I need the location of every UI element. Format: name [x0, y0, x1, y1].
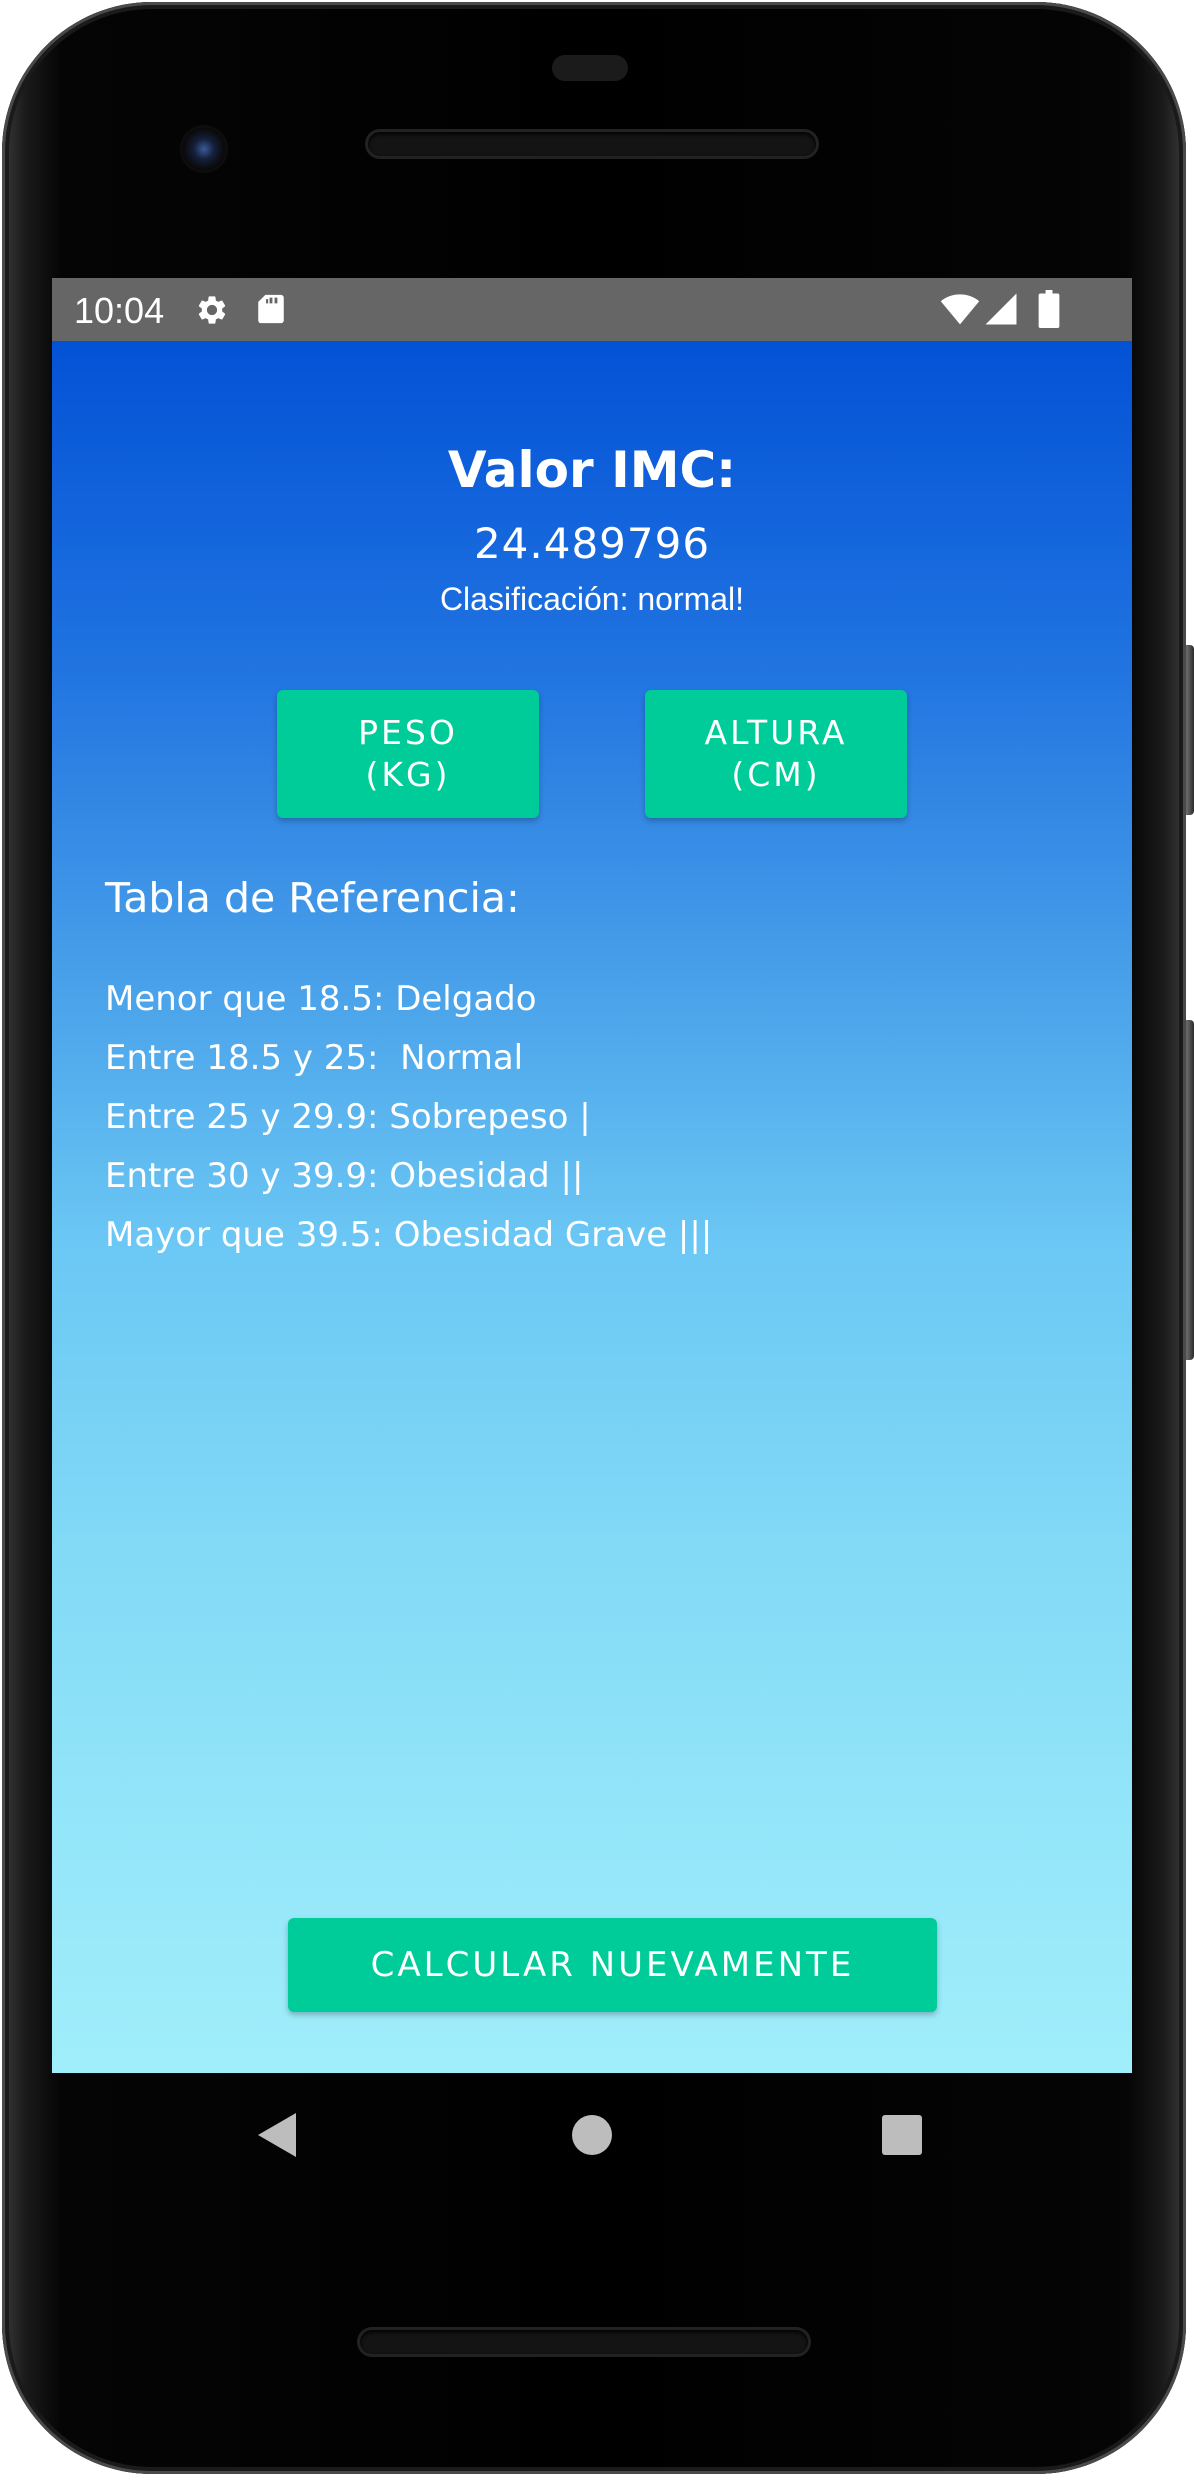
sensor-slot: [552, 55, 628, 81]
screen: 10:04 Valor IMC: 24.489796 Clasificación…: [52, 278, 1132, 2073]
back-icon[interactable]: [254, 2110, 300, 2160]
reference-row: Entre 25 y 29.9: Sobrepeso |: [105, 1097, 591, 1137]
earpiece-speaker: [368, 132, 816, 156]
sd-card-icon: [258, 294, 284, 324]
reference-table-title: Tabla de Referencia:: [105, 874, 520, 922]
calcular-nuevamente-label: CALCULAR NUEVAMENTE: [370, 1945, 855, 1985]
altura-button-label: ALTURA: [704, 713, 848, 752]
battery-icon: [1038, 290, 1060, 328]
imc-value: 24.489796: [473, 519, 711, 568]
altura-button[interactable]: ALTURA (CM): [645, 690, 907, 818]
app-content: Valor IMC: 24.489796 Clasificación: norm…: [52, 341, 1132, 2073]
peso-button-label: PESO: [358, 713, 458, 752]
calcular-nuevamente-button[interactable]: CALCULAR NUEVAMENTE: [288, 1918, 937, 2012]
imc-title: Valor IMC:: [447, 441, 737, 499]
wifi-icon: [940, 294, 980, 325]
reference-row: Mayor que 39.5: Obesidad Grave |||: [105, 1215, 713, 1255]
reference-row: Entre 18.5 y 25: Normal: [105, 1038, 524, 1078]
gear-icon: [198, 296, 226, 324]
classification-text: Clasificación: normal!: [439, 581, 745, 617]
recents-icon[interactable]: [882, 2115, 922, 2155]
reference-row: Menor que 18.5: Delgado: [105, 979, 537, 1019]
signal-icon: [985, 293, 1017, 325]
phone-device: 10:04 Valor IMC: 24.489796 Clasificación…: [0, 0, 1194, 2480]
peso-button-unit: (KG): [365, 755, 451, 794]
reference-list: Menor que 18.5: Delgado Entre 18.5 y 25:…: [105, 979, 712, 1274]
bottom-speaker: [360, 2330, 808, 2354]
peso-button[interactable]: PESO (KG): [277, 690, 539, 818]
home-icon[interactable]: [571, 2114, 613, 2156]
altura-button-unit: (CM): [731, 755, 821, 794]
status-time: 10:04: [74, 290, 165, 331]
front-camera-icon: [180, 125, 228, 173]
status-bar: 10:04: [52, 278, 1132, 341]
reference-row: Entre 30 y 39.9: Obesidad ||: [105, 1156, 584, 1196]
